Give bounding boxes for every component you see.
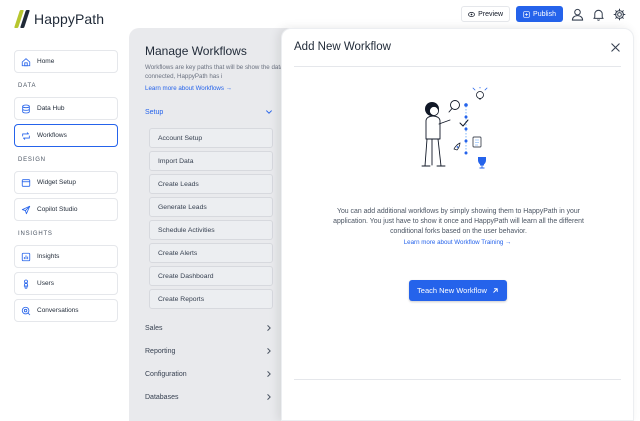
drawer-footer-divider	[294, 379, 621, 380]
setup-step-list: Account Setup Import Data Create Leads G…	[149, 128, 273, 312]
sidebar-item-users[interactable]: Users	[14, 272, 118, 295]
sidebar-item-workflows[interactable]: Workflows	[14, 124, 118, 147]
send-icon	[21, 205, 31, 214]
home-icon	[21, 57, 31, 66]
chevron-right-icon	[267, 394, 271, 400]
workflows-panel: Manage Workflows Workflows are key paths…	[129, 28, 289, 421]
step-create-reports[interactable]: Create Reports	[149, 289, 273, 309]
sidebar-item-home[interactable]: Home	[14, 50, 118, 73]
sidebar-item-label: Widget Setup	[37, 179, 77, 186]
arrow-up-right-icon	[493, 288, 498, 293]
category-label: Databases	[145, 393, 179, 401]
workflows-description: Workflows are key paths that will be sho…	[145, 64, 289, 80]
category-label: Configuration	[145, 370, 187, 378]
sidebar-item-label: Workflows	[37, 132, 67, 139]
workflow-training-illustration-icon	[421, 87, 488, 169]
step-create-dashboard[interactable]: Create Dashboard	[149, 266, 273, 286]
step-import-data[interactable]: Import Data	[149, 151, 273, 171]
users-icon	[23, 279, 29, 289]
drawer-description: You can add additional workflows by simp…	[333, 208, 584, 235]
app-name: HappyPath	[34, 11, 105, 27]
app-logo[interactable]: HappyPath	[14, 10, 104, 28]
widget-icon	[21, 178, 31, 187]
insights-chart-icon	[21, 252, 31, 261]
sidebar-item-label: Users	[37, 280, 54, 287]
conversations-icon	[21, 306, 31, 315]
sidebar-item-label: Data Hub	[37, 105, 65, 112]
preview-label: Preview	[478, 10, 504, 18]
user-icon[interactable]	[570, 7, 584, 21]
learn-more-workflows-link[interactable]: Learn more about Workflows →	[145, 85, 232, 92]
teach-button-label: Teach New Workflow	[417, 286, 487, 295]
chevron-right-icon	[267, 371, 271, 377]
chevron-right-icon	[267, 348, 271, 354]
category-reporting[interactable]: Reporting	[145, 347, 273, 355]
eye-icon	[468, 11, 475, 17]
add-workflow-drawer: Add New Workflow You can add additional …	[281, 28, 634, 421]
publish-label: Publish	[533, 10, 556, 18]
sidebar-item-label: Conversations	[37, 307, 79, 314]
sidebar-item-copilot-studio[interactable]: Copilot Studio	[14, 198, 118, 221]
category-databases[interactable]: Databases	[145, 393, 273, 401]
preview-button[interactable]: Preview	[461, 6, 511, 22]
chevron-right-icon	[267, 325, 271, 331]
step-create-alerts[interactable]: Create Alerts	[149, 243, 273, 263]
sidebar-item-insights[interactable]: Insights	[14, 245, 118, 268]
publish-button[interactable]: Publish	[516, 6, 563, 22]
sidebar-item-label: Copilot Studio	[37, 206, 78, 213]
settings-gear-icon[interactable]	[612, 7, 626, 21]
drawer-title: Add New Workflow	[294, 41, 391, 53]
step-generate-leads[interactable]: Generate Leads	[149, 197, 273, 217]
category-sales[interactable]: Sales	[145, 324, 273, 332]
teach-new-workflow-button[interactable]: Teach New Workflow	[409, 280, 507, 301]
workflow-icon	[22, 131, 30, 140]
page-title: Manage Workflows	[145, 44, 247, 58]
sidebar-item-label: Insights	[37, 253, 60, 260]
sidebar: Home DATA Data Hub Workflows DESIGN Widg…	[14, 50, 118, 326]
section-title-design: DESIGN	[18, 157, 46, 163]
setup-accordion-header[interactable]: Setup	[145, 108, 273, 116]
category-configuration[interactable]: Configuration	[145, 370, 273, 378]
section-title-insights: INSIGHTS	[18, 231, 53, 237]
publish-icon	[523, 10, 530, 18]
learn-more-training-link[interactable]: Learn more about Workflow Training →	[282, 239, 633, 246]
happypath-logo-icon	[14, 10, 30, 28]
sidebar-item-widget-setup[interactable]: Widget Setup	[14, 171, 118, 194]
close-icon[interactable]	[609, 41, 621, 53]
category-label: Sales	[145, 324, 163, 332]
step-schedule-activities[interactable]: Schedule Activities	[149, 220, 273, 240]
sidebar-item-data-hub[interactable]: Data Hub	[14, 97, 118, 120]
bell-icon[interactable]	[591, 7, 605, 21]
chevron-down-icon	[266, 110, 272, 114]
setup-label: Setup	[145, 108, 164, 116]
category-label: Reporting	[145, 347, 176, 355]
step-create-leads[interactable]: Create Leads	[149, 174, 273, 194]
drawer-divider	[294, 66, 621, 67]
step-account-setup[interactable]: Account Setup	[149, 128, 273, 148]
sidebar-item-conversations[interactable]: Conversations	[14, 299, 118, 322]
top-actions: Preview Publish	[461, 6, 626, 22]
section-title-data: DATA	[18, 83, 37, 89]
sidebar-item-label: Home	[37, 58, 55, 65]
database-icon	[22, 104, 30, 113]
